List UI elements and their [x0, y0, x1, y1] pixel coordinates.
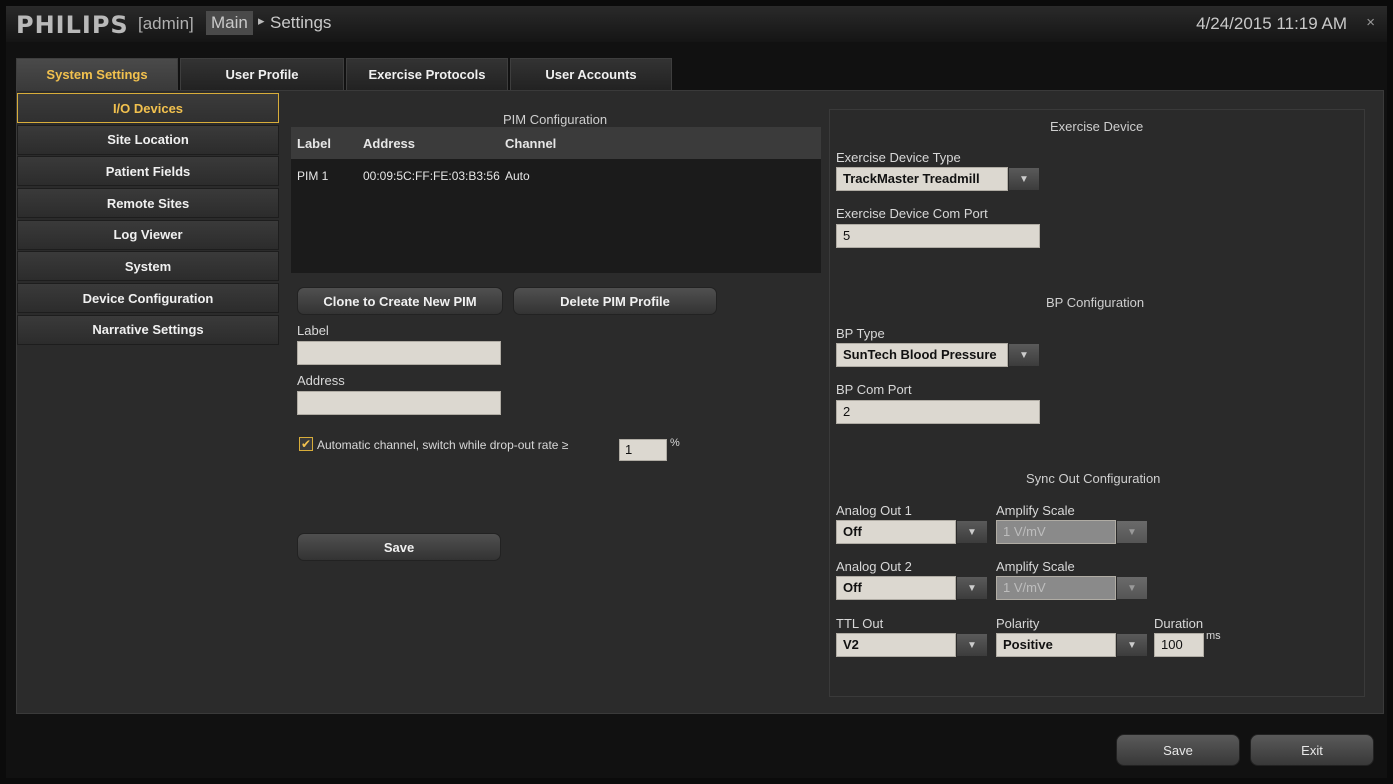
pim-row-channel: Auto [505, 169, 530, 183]
analog-out-1-label: Analog Out 1 [836, 503, 912, 518]
settings-nav: I/O Devices Site Location Patient Fields… [17, 93, 279, 347]
bp-type-value: SunTech Blood Pressure [836, 343, 1008, 367]
ttl-out-value: V2 [836, 633, 956, 657]
close-icon[interactable]: × [1366, 14, 1375, 31]
nav-item-narrative-settings[interactable]: Narrative Settings [17, 314, 279, 345]
pim-label-field-label: Label [297, 323, 329, 338]
pim-configuration-title: PIM Configuration [503, 112, 608, 127]
analog-out-1-value: Off [836, 520, 956, 544]
exercise-device-type-label: Exercise Device Type [836, 150, 961, 165]
polarity-label: Polarity [996, 616, 1040, 631]
pim-row-address: 00:09:5C:FF:FE:03:B3:56 [363, 169, 500, 183]
polarity-select[interactable]: Positive ▼ [996, 633, 1148, 657]
bp-com-port-label: BP Com Port [836, 382, 912, 397]
polarity-value: Positive [996, 633, 1116, 657]
tab-user-accounts[interactable]: User Accounts [510, 58, 672, 90]
table-row[interactable]: PIM 1 00:09:5C:FF:FE:03:B3:56 Auto [291, 159, 821, 193]
pim-configuration-panel: PIM Configuration Label Address Channel … [289, 91, 829, 701]
bp-type-select[interactable]: SunTech Blood Pressure ▼ [836, 343, 1040, 367]
chevron-down-icon[interactable]: ▼ [956, 576, 988, 600]
pim-address-field-label: Address [297, 373, 345, 388]
amplify-scale-1-value: 1 V/mV [996, 520, 1116, 544]
exercise-device-type-select[interactable]: TrackMaster Treadmill ▼ [836, 167, 1040, 191]
pim-label-input[interactable] [297, 341, 501, 365]
column-header-channel: Channel [505, 135, 557, 151]
breadcrumb-current: Settings [270, 13, 332, 32]
auto-channel-label: Automatic channel, switch while drop-out… [317, 438, 569, 452]
device-configuration-panel: Exercise Device Exercise Device Type Tra… [829, 109, 1365, 697]
analog-out-2-label: Analog Out 2 [836, 559, 912, 574]
nav-item-device-configuration[interactable]: Device Configuration [17, 283, 279, 314]
amplify-scale-2-value: 1 V/mV [996, 576, 1116, 600]
pim-table: Label Address Channel PIM 1 00:09:5C:FF:… [291, 127, 821, 273]
ttl-out-select[interactable]: V2 ▼ [836, 633, 988, 657]
amplify-scale-2-select[interactable]: 1 V/mV ▼ [996, 576, 1148, 600]
exercise-device-com-port-label: Exercise Device Com Port [836, 206, 988, 221]
percent-label: % [670, 437, 680, 449]
exercise-device-com-port-input[interactable]: 5 [836, 224, 1040, 248]
settings-content: I/O Devices Site Location Patient Fields… [16, 90, 1384, 714]
tab-system-settings[interactable]: System Settings [16, 58, 178, 90]
app-window: PHILIPS [admin] Main ▸ Settings 4/24/201… [6, 6, 1387, 778]
philips-logo: PHILIPS [16, 11, 129, 39]
exit-button[interactable]: Exit [1250, 734, 1374, 766]
check-icon: ✔ [300, 437, 312, 451]
pim-table-header: Label Address Channel [291, 127, 821, 159]
ttl-out-label: TTL Out [836, 616, 884, 631]
bp-type-label: BP Type [836, 326, 885, 341]
auto-channel-checkbox[interactable]: ✔ [299, 437, 313, 451]
dropout-rate-input[interactable]: 1 [619, 439, 667, 461]
pim-save-button[interactable]: Save [297, 533, 501, 561]
tab-user-profile[interactable]: User Profile [180, 58, 344, 90]
chevron-down-icon[interactable]: ▼ [1116, 520, 1148, 544]
amplify-scale-1-select[interactable]: 1 V/mV ▼ [996, 520, 1148, 544]
nav-item-system[interactable]: System [17, 251, 279, 282]
bp-com-port-input[interactable]: 2 [836, 400, 1040, 424]
amplify-scale-2-label: Amplify Scale [996, 559, 1075, 574]
breadcrumb-arrow-icon: ▸ [258, 13, 265, 28]
chevron-down-icon[interactable]: ▼ [1008, 167, 1040, 191]
title-bar: PHILIPS [admin] Main ▸ Settings 4/24/201… [6, 6, 1387, 42]
nav-item-patient-fields[interactable]: Patient Fields [17, 156, 279, 187]
nav-item-remote-sites[interactable]: Remote Sites [17, 188, 279, 219]
nav-item-io-devices[interactable]: I/O Devices [17, 93, 279, 123]
analog-out-2-value: Off [836, 576, 956, 600]
bp-configuration-title: BP Configuration [1046, 295, 1145, 310]
chevron-down-icon[interactable]: ▼ [1008, 343, 1040, 367]
pim-address-input[interactable] [297, 391, 501, 415]
exercise-device-title: Exercise Device [1050, 119, 1144, 134]
nav-item-log-viewer[interactable]: Log Viewer [17, 219, 279, 250]
amplify-scale-1-label: Amplify Scale [996, 503, 1075, 518]
column-header-address: Address [363, 135, 416, 151]
analog-out-1-select[interactable]: Off ▼ [836, 520, 988, 544]
sync-out-configuration-title: Sync Out Configuration [1026, 471, 1161, 486]
chevron-down-icon[interactable]: ▼ [956, 633, 988, 657]
duration-input[interactable]: 100 [1154, 633, 1204, 657]
duration-label: Duration [1154, 616, 1204, 631]
exercise-device-type-value: TrackMaster Treadmill [836, 167, 1008, 191]
breadcrumb-main[interactable]: Main [206, 11, 253, 35]
save-button[interactable]: Save [1116, 734, 1240, 766]
column-header-label: Label [297, 135, 331, 151]
delete-pim-profile-button[interactable]: Delete PIM Profile [513, 287, 717, 315]
clone-pim-button[interactable]: Clone to Create New PIM [297, 287, 503, 315]
chevron-down-icon[interactable]: ▼ [1116, 576, 1148, 600]
analog-out-2-select[interactable]: Off ▼ [836, 576, 988, 600]
user-role: [admin] [138, 14, 194, 33]
tab-exercise-protocols[interactable]: Exercise Protocols [346, 58, 508, 90]
chevron-down-icon[interactable]: ▼ [956, 520, 988, 544]
nav-item-site-location[interactable]: Site Location [17, 124, 279, 155]
pim-row-label: PIM 1 [297, 169, 329, 183]
duration-unit: ms [1206, 630, 1221, 642]
chevron-down-icon[interactable]: ▼ [1116, 633, 1148, 657]
datetime: 4/24/2015 11:19 AM [1196, 14, 1347, 33]
